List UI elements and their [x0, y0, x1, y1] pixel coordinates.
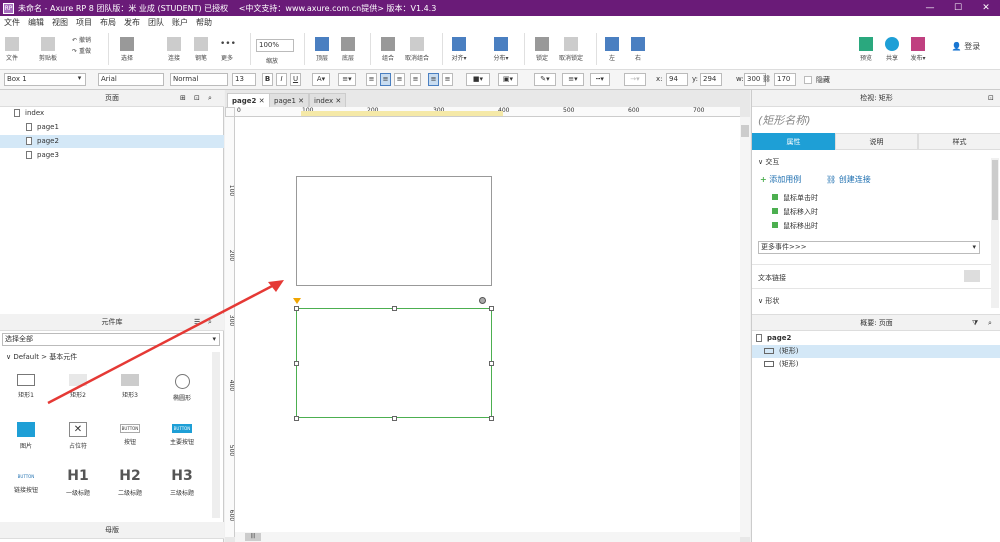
- search-icon[interactable]: ⌕: [988, 315, 992, 332]
- page-icon: [756, 334, 762, 342]
- event-icon: [772, 222, 778, 228]
- shape-section[interactable]: ∨ 形状: [758, 296, 779, 306]
- dropdown-arrow-icon: ▾: [972, 243, 976, 251]
- expand-icon[interactable]: ⊡: [988, 90, 994, 107]
- arrow-shaft: [47, 282, 277, 405]
- add-case-link[interactable]: + 添加用例: [760, 174, 801, 185]
- outline-page[interactable]: page2: [756, 332, 791, 345]
- event-icon: [772, 208, 778, 214]
- event-icon: [772, 194, 778, 200]
- text-link-button[interactable]: [964, 270, 980, 282]
- inspector-scrollbar[interactable]: [991, 158, 999, 308]
- link-icon: ⛓: [826, 175, 837, 184]
- tab-notes[interactable]: 说明: [835, 133, 918, 150]
- event-onmouseenter[interactable]: 鼠标移入时: [772, 207, 818, 217]
- text-link-label: 文本链接: [758, 274, 786, 282]
- create-link-button[interactable]: ⛓ 创建连接: [826, 174, 871, 185]
- outline-header: 概要: 页面 ⧩ ⌕: [752, 314, 1000, 331]
- outline-item-rect[interactable]: (矩形): [764, 358, 798, 371]
- scroll-thumb[interactable]: [992, 160, 998, 220]
- divider: [752, 264, 992, 265]
- plus-icon: +: [760, 175, 767, 184]
- more-events-select[interactable]: 更多事件>>> ▾: [758, 241, 980, 254]
- inspector-header: 检视: 矩形 ⊡: [752, 90, 1000, 107]
- event-onmouseout[interactable]: 鼠标移出时: [772, 221, 818, 231]
- interaction-section[interactable]: ∨ 交互: [758, 157, 779, 167]
- event-onclick[interactable]: 鼠标单击时: [772, 193, 818, 203]
- tab-style[interactable]: 样式: [918, 133, 1000, 150]
- outline-item-rect-selected[interactable]: (矩形): [752, 345, 1000, 358]
- filter-icon[interactable]: ⧩: [972, 315, 978, 332]
- widget-name-input[interactable]: (矩形名称): [758, 112, 811, 128]
- rectangle-icon: [764, 348, 774, 354]
- rectangle-icon: [764, 361, 774, 367]
- tab-properties[interactable]: 属性: [752, 133, 835, 150]
- divider: [752, 288, 992, 289]
- right-panel: 检视: 矩形 ⊡ (矩形名称) 属性 说明 样式 ∨ 交互 + 添加用例 ⛓ 创建…: [751, 90, 1000, 542]
